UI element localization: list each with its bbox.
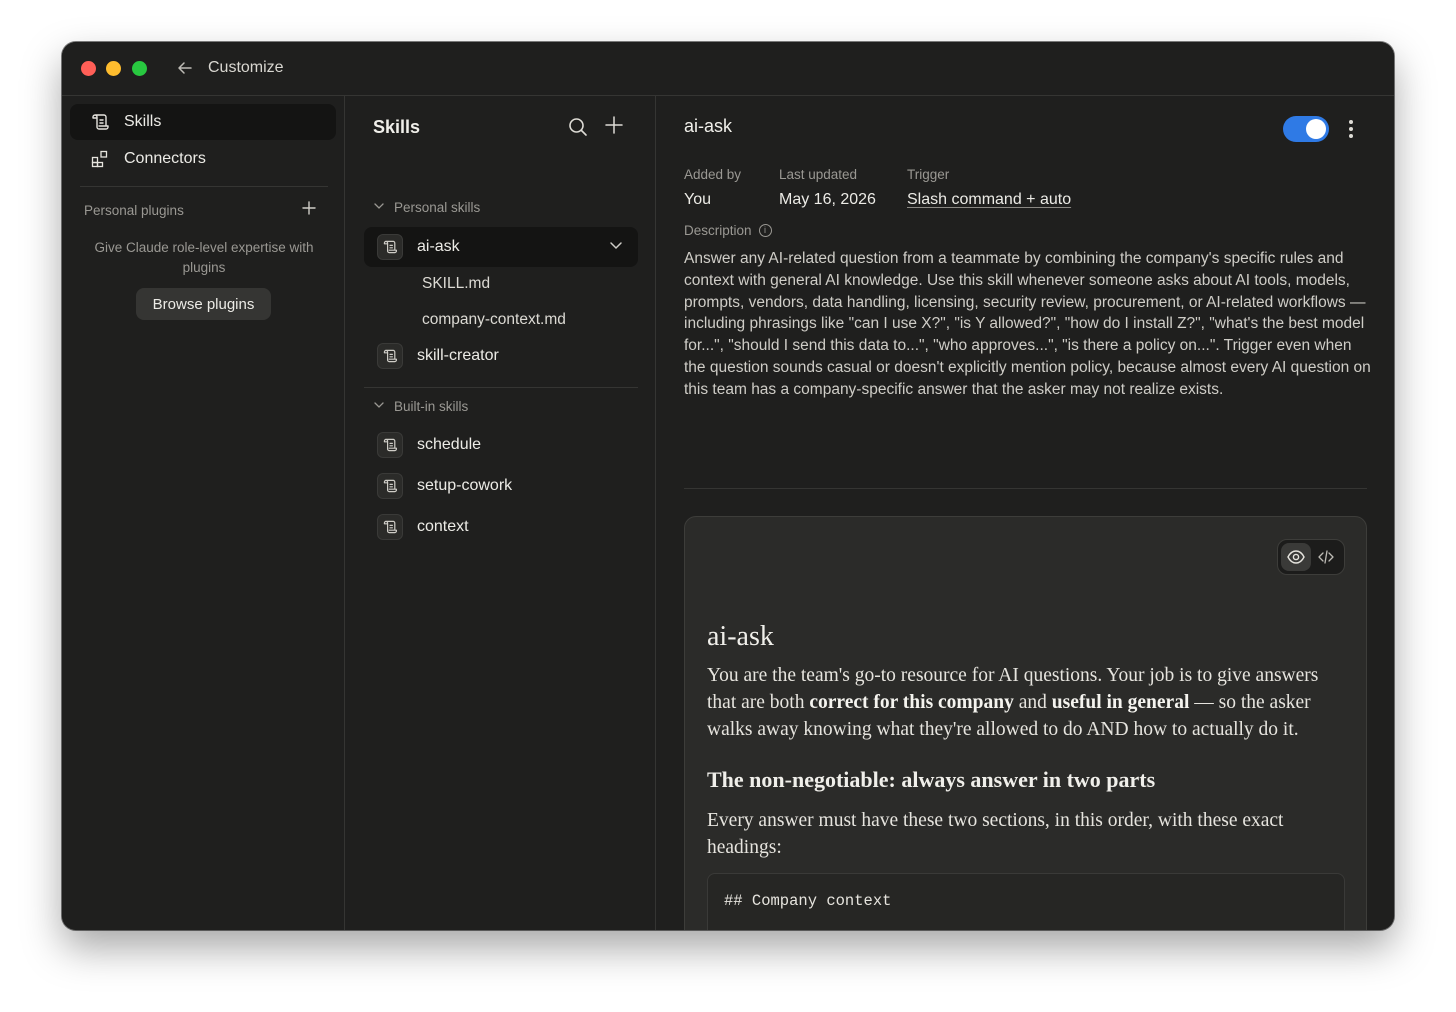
- preview-subheading: The non-negotiable: always answer in two…: [707, 767, 1156, 792]
- skill-item-context[interactable]: context: [364, 507, 638, 547]
- preview-intro-paragraph: You are the team's go-to resource for AI…: [707, 665, 1319, 740]
- skill-item-schedule[interactable]: schedule: [364, 425, 638, 465]
- personal-skills-section-toggle[interactable]: Personal skills: [373, 200, 480, 215]
- preview-code-block: ## Company context: [707, 873, 1345, 930]
- trigger-value[interactable]: Slash command + auto: [907, 191, 1071, 209]
- more-options-icon[interactable]: [1343, 116, 1359, 142]
- minimize-window-button[interactable]: [106, 61, 121, 76]
- scroll-icon: [377, 343, 403, 369]
- sidebar: Skills Connectors Personal plugins Give …: [62, 96, 345, 930]
- skill-label: schedule: [417, 436, 482, 453]
- last-updated-label: Last updated: [779, 167, 858, 182]
- sidebar-item-skills[interactable]: Skills: [70, 104, 336, 140]
- code-line: ## Company context: [724, 892, 892, 910]
- trigger-label: Trigger: [907, 167, 950, 182]
- info-icon[interactable]: i: [758, 224, 772, 237]
- personal-skills-heading: Personal skills: [394, 200, 481, 215]
- title-bar: Customize: [62, 42, 1394, 96]
- code-icon[interactable]: [1311, 543, 1341, 571]
- divider: [364, 387, 638, 388]
- connectors-grid-icon: [90, 149, 110, 169]
- skill-item-skill-creator[interactable]: skill-creator: [364, 336, 638, 376]
- chevron-down-icon: [373, 200, 387, 215]
- scroll-icon: [90, 112, 110, 132]
- skill-description: Answer any AI-related question from a te…: [684, 250, 1371, 398]
- sidebar-item-label: Skills: [124, 113, 162, 130]
- plugins-description: Give Claude role-level expertise with pl…: [94, 240, 314, 275]
- search-icon[interactable]: [567, 116, 589, 138]
- divider: [684, 488, 1367, 489]
- added-by-label: Added by: [684, 167, 742, 182]
- skill-label: setup-cowork: [417, 477, 513, 494]
- preview-paragraph: Every answer must have these two section…: [707, 810, 1284, 858]
- view-mode-toggle: [1277, 539, 1345, 575]
- add-skill-plus-icon[interactable]: [603, 115, 625, 137]
- skill-file-skill-md[interactable]: SKILL.md: [422, 275, 490, 293]
- builtin-skills-section-toggle[interactable]: Built-in skills: [373, 399, 468, 414]
- scroll-icon: [377, 514, 403, 540]
- skill-title: ai-ask: [684, 116, 733, 136]
- scroll-icon: [377, 234, 403, 260]
- back-arrow-icon[interactable]: [177, 58, 195, 78]
- divider: [80, 186, 328, 187]
- eye-icon[interactable]: [1281, 543, 1311, 571]
- skill-item-setup-cowork[interactable]: setup-cowork: [364, 466, 638, 506]
- description-label-row: Description i: [684, 223, 772, 238]
- scroll-icon: [377, 473, 403, 499]
- skill-file-company-context-md[interactable]: company-context.md: [422, 311, 566, 329]
- preview-heading: ai-ask: [707, 621, 774, 652]
- skill-detail-panel: ai-ask Added by You Last updated May 16,…: [657, 96, 1394, 930]
- sidebar-item-label: Connectors: [124, 150, 206, 167]
- last-updated-value: May 16, 2026: [779, 191, 876, 208]
- skills-panel-title: Skills: [373, 117, 421, 137]
- add-plugin-plus-icon[interactable]: [300, 200, 318, 218]
- scroll-icon: [377, 432, 403, 458]
- browse-plugins-button[interactable]: Browse plugins: [136, 288, 271, 320]
- skill-label: ai-ask: [417, 238, 460, 255]
- skill-label: context: [417, 518, 469, 535]
- close-window-button[interactable]: [81, 61, 96, 76]
- skill-preview-card: ai-ask You are the team's go-to resource…: [684, 516, 1367, 930]
- app-window: Customize Skills Connectors Personal plu…: [62, 42, 1394, 930]
- skills-list-panel: Skills Personal skills ai-ask SKILL.md c…: [346, 96, 656, 930]
- window-title: Customize: [208, 59, 284, 76]
- skill-item-ai-ask[interactable]: ai-ask: [364, 227, 638, 267]
- zoom-window-button[interactable]: [132, 61, 147, 76]
- skill-label: skill-creator: [417, 347, 499, 364]
- builtin-skills-heading: Built-in skills: [394, 399, 469, 414]
- toggle-knob: [1306, 119, 1326, 139]
- skill-enabled-toggle[interactable]: [1283, 116, 1329, 142]
- added-by-value: You: [684, 191, 711, 208]
- chevron-down-icon[interactable]: [608, 237, 624, 256]
- personal-plugins-heading: Personal plugins: [84, 203, 184, 218]
- sidebar-item-connectors[interactable]: Connectors: [70, 141, 336, 177]
- chevron-down-icon: [373, 399, 387, 414]
- description-label: Description: [684, 223, 752, 238]
